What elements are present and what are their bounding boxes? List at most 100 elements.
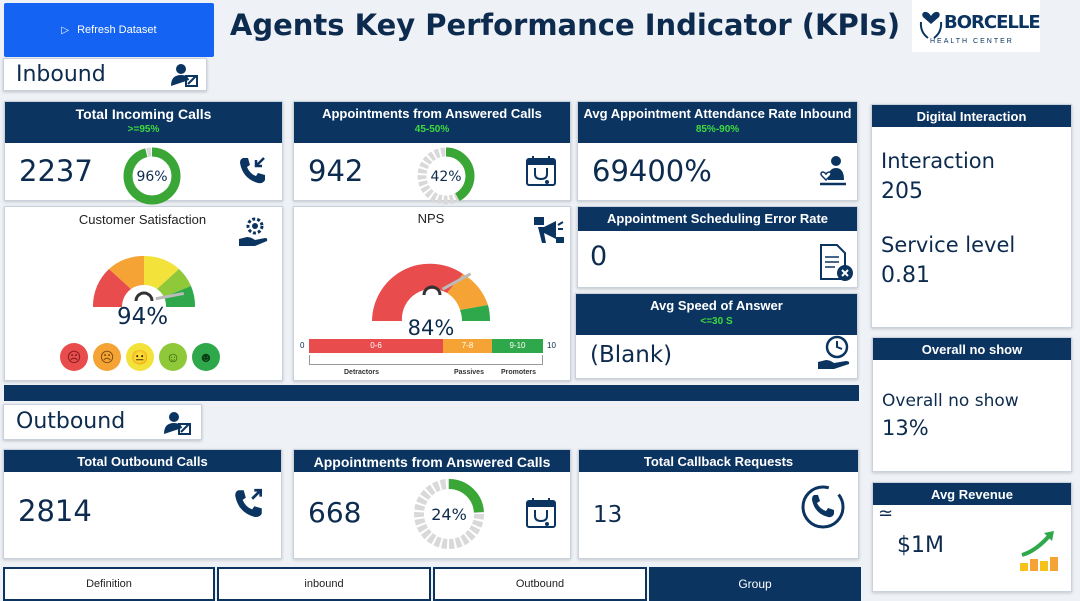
card-header: Overall no show (873, 338, 1071, 360)
inbound-label-text: Inbound (16, 62, 106, 87)
digital-interaction-card: Digital Interaction Interaction 205 Serv… (871, 104, 1072, 328)
page-title: Agents Key Performance Indicator (KPIs) (229, 8, 901, 42)
card-header: Total Incoming Calls >=95% (5, 102, 282, 143)
inbound-appointments-value: 942 (308, 154, 364, 188)
nps-band-promoters: 9-10 (492, 339, 543, 353)
ring-chart: 42% (417, 147, 475, 205)
card-title: Digital Interaction (916, 109, 1027, 124)
promoters-label: Promoters (501, 369, 537, 376)
ring-label: 24% (431, 505, 467, 524)
card-target: 45-50% (414, 124, 450, 135)
card-title: Total Outbound Calls (77, 454, 208, 469)
card-title: Avg Appointment Attendance Rate Inbound (583, 106, 852, 121)
card-title: Total Callback Requests (643, 454, 794, 469)
document-error-icon (820, 244, 853, 281)
attendance-rate-card: Avg Appointment Attendance Rate Inbound … (577, 101, 858, 201)
total-outbound-calls-card: Total Outbound Calls 2814 (3, 449, 282, 559)
csat-gauge (92, 255, 196, 307)
service-level-label: Service level (881, 233, 1016, 257)
card-title: Appointments from Answered Calls (322, 106, 542, 121)
total-outbound-value: 2814 (18, 494, 92, 528)
logo-text: BORCELLE (944, 12, 1041, 33)
ring-label: 96% (136, 169, 167, 185)
nps-scale-max: 10 (547, 341, 556, 350)
card-header: Total Outbound Calls (4, 450, 281, 472)
heart-hands-logo-icon (919, 11, 943, 39)
service-level-value: 0.81 (881, 263, 930, 288)
scheduling-error-card: Appointment Scheduling Error Rate 0 (577, 206, 858, 288)
speed-of-answer-card: Avg Speed of Answer <=30 S (Blank) (575, 293, 858, 379)
user-edit-icon (171, 64, 198, 87)
calendar-stethoscope-icon (526, 498, 556, 528)
nps-scale-min: 0 (300, 341, 305, 350)
csat-value: 94% (116, 304, 169, 330)
tab-inbound[interactable]: inbound (217, 567, 431, 601)
megaphone-chat-icon (534, 217, 564, 243)
refresh-dataset-label: Refresh Dataset (77, 24, 157, 36)
nps-band-bar: 0-6 7-8 9-10 (309, 339, 543, 353)
card-title: Appointments from Answered Calls (313, 454, 551, 470)
tab-group[interactable]: Group (649, 567, 861, 601)
revenue-growth-icon (1020, 531, 1058, 571)
total-incoming-value: 2237 (19, 154, 93, 188)
card-header: Appointment Scheduling Error Rate (578, 207, 857, 231)
no-show-label: Overall no show (882, 391, 1019, 411)
customer-satisfaction-card: Customer Satisfaction 94% ☹ ☹ 😐 ☺ ☻ (4, 206, 283, 381)
card-header: Appointments from Answered Calls 45-50% (294, 102, 570, 143)
logo: BORCELLE HEALTH CENTER (912, 0, 1041, 52)
tab-definition[interactable]: Definition (3, 567, 215, 601)
ring-label: 42% (430, 169, 461, 185)
card-header: Appointments from Answered Calls (294, 450, 570, 472)
card-title: Overall no show (921, 342, 1023, 357)
outgoing-call-icon (235, 488, 263, 518)
card-title: Appointment Scheduling Error Rate (606, 211, 828, 226)
tab-label: inbound (304, 578, 344, 590)
nps-band-passives: 7-8 (443, 339, 492, 353)
refresh-dataset-button[interactable]: ▷ Refresh Dataset (4, 3, 214, 57)
overall-no-show-card: Overall no show Overall no show 13% (872, 337, 1072, 472)
revenue-approx-sign: ≃ (878, 503, 894, 524)
scheduling-error-value: 0 (590, 241, 608, 272)
emoji-scale: ☹ ☹ 😐 ☺ ☻ (60, 343, 225, 373)
speed-of-answer-value: (Blank) (590, 342, 673, 368)
detractors-label: Detractors (344, 369, 380, 376)
no-show-value: 13% (882, 416, 929, 440)
outbound-section-label: Outbound (3, 404, 202, 440)
tab-label: Definition (86, 578, 132, 590)
callback-requests-value: 13 (593, 502, 623, 528)
sad-face-icon: ☹ (93, 343, 121, 371)
patient-heart-icon (820, 156, 846, 186)
ring-chart: 96% (123, 147, 181, 205)
total-incoming-calls-card: Total Incoming Calls >=95% 2237 96% (4, 101, 283, 205)
avg-revenue-card: Avg Revenue ≃ $1M (872, 482, 1072, 592)
tab-label: Outbound (515, 578, 565, 590)
tab-label: Group (738, 577, 772, 591)
card-target: 85%-90% (695, 124, 740, 135)
user-edit-icon (164, 412, 191, 435)
card-header: Avg Revenue (873, 483, 1071, 505)
happy-face-icon: ☻ (192, 343, 220, 371)
calendar-stethoscope-icon (526, 156, 556, 186)
smile-face-icon: ☺ (159, 343, 187, 371)
callback-requests-card: Total Callback Requests 13 (578, 449, 859, 559)
nps-card: NPS 84% 0 10 0-6 7-8 9-10 Detractors Pas… (293, 206, 571, 381)
card-title: Avg Revenue (931, 487, 1013, 502)
card-header: Digital Interaction (872, 105, 1071, 127)
interaction-label: Interaction (881, 149, 995, 173)
hand-gear-icon (239, 217, 268, 246)
card-target: <=30 S (700, 316, 733, 327)
tab-outbound[interactable]: Outbound (433, 567, 647, 601)
ring-chart: 24% (414, 479, 484, 549)
card-title: Avg Speed of Answer (650, 298, 783, 313)
card-header: Total Callback Requests (579, 450, 858, 472)
card-header: Avg Appointment Attendance Rate Inbound … (578, 102, 857, 143)
passives-label: Passives (454, 369, 484, 376)
attendance-rate-value: 69400% (592, 154, 712, 188)
inbound-section-label: Inbound (3, 58, 207, 91)
revenue-value: $1M (897, 533, 944, 558)
angry-face-icon: ☹ (60, 343, 88, 371)
outbound-appointments-card: Appointments from Answered Calls 668 24% (293, 449, 571, 559)
card-title: Total Incoming Calls (75, 106, 212, 122)
hand-timer-icon (818, 335, 850, 369)
callback-phone-icon (801, 485, 845, 529)
